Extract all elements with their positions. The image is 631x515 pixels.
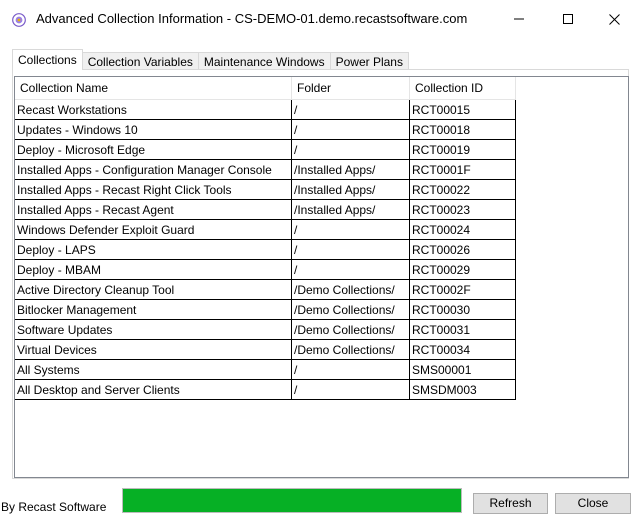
table-row[interactable]: Software Updates /Demo Collections/ RCT0… — [15, 319, 516, 340]
cell-collection-name: Deploy - LAPS — [15, 239, 292, 260]
table-row[interactable]: Windows Defender Exploit Guard / RCT0002… — [15, 219, 516, 240]
cell-collection-name: Virtual Devices — [15, 339, 292, 360]
table-row[interactable]: Installed Apps - Recast Agent /Installed… — [15, 199, 516, 220]
cell-folder: /Installed Apps/ — [291, 159, 410, 180]
cell-folder: / — [291, 219, 410, 240]
cell-collection-id: RCT00015 — [409, 99, 516, 120]
cell-folder: / — [291, 379, 410, 400]
close-icon — [608, 13, 620, 25]
footer-label: By Recast Software — [1, 500, 107, 514]
cell-collection-id: RCT0002F — [409, 279, 516, 300]
table-row[interactable]: Deploy - MBAM / RCT00029 — [15, 259, 516, 280]
cell-collection-name: Active Directory Cleanup Tool — [15, 279, 292, 300]
cell-collection-name: Installed Apps - Configuration Manager C… — [15, 159, 292, 180]
cell-collection-id: RCT00029 — [409, 259, 516, 280]
cell-folder: /Installed Apps/ — [291, 199, 410, 220]
table-row[interactable]: Bitlocker Management /Demo Collections/ … — [15, 299, 516, 320]
cell-folder: / — [291, 119, 410, 140]
cell-collection-id: RCT00030 — [409, 299, 516, 320]
cell-collection-id: RCT00018 — [409, 119, 516, 140]
tab-maintenance-windows[interactable]: Maintenance Windows — [197, 52, 331, 70]
column-header-folder[interactable]: Folder — [291, 77, 410, 100]
table-row[interactable]: Active Directory Cleanup Tool /Demo Coll… — [15, 279, 516, 300]
table-row[interactable]: All Desktop and Server Clients / SMSDM00… — [15, 379, 516, 400]
maximize-button[interactable] — [545, 0, 591, 38]
cell-collection-name: All Desktop and Server Clients — [15, 379, 292, 400]
column-header-collection-name[interactable]: Collection Name — [15, 77, 292, 100]
header-row: Collection Name Folder Collection ID — [15, 77, 516, 100]
cell-collection-name: Bitlocker Management — [15, 299, 292, 320]
cell-collection-id: RCT00031 — [409, 319, 516, 340]
table-row[interactable]: Deploy - Microsoft Edge / RCT00019 — [15, 139, 516, 160]
cell-folder: /Demo Collections/ — [291, 339, 410, 360]
tab-collection-variables[interactable]: Collection Variables — [81, 52, 199, 70]
cell-collection-id: RCT00024 — [409, 219, 516, 240]
table-row[interactable]: Installed Apps - Configuration Manager C… — [15, 159, 516, 180]
cell-folder: /Demo Collections/ — [291, 279, 410, 300]
cell-collection-id: RCT00034 — [409, 339, 516, 360]
cell-collection-name: Installed Apps - Recast Agent — [15, 199, 292, 220]
cell-collection-id: RCT00019 — [409, 139, 516, 160]
window-title: Advanced Collection Information - CS-DEM… — [36, 11, 468, 26]
tab-power-plans[interactable]: Power Plans — [329, 52, 409, 70]
cell-folder: /Demo Collections/ — [291, 319, 410, 340]
cell-collection-id: SMSDM003 — [409, 379, 516, 400]
cell-collection-name: Updates - Windows 10 — [15, 119, 292, 140]
table-row[interactable]: Deploy - LAPS / RCT00026 — [15, 239, 516, 260]
cell-collection-id: RCT0001F — [409, 159, 516, 180]
cell-collection-name: Recast Workstations — [15, 99, 292, 120]
cell-collection-name: Software Updates — [15, 319, 292, 340]
tab-strip: Collections Collection Variables Mainten… — [12, 49, 409, 70]
refresh-button[interactable]: Refresh — [473, 493, 548, 514]
cell-collection-id: SMS00001 — [409, 359, 516, 380]
recast-logo-icon — [12, 13, 26, 27]
cell-folder: / — [291, 99, 410, 120]
minimize-button[interactable] — [496, 0, 542, 38]
collections-grid[interactable]: Collection Name Folder Collection ID Rec… — [14, 76, 629, 478]
cell-folder: /Demo Collections/ — [291, 299, 410, 320]
cell-collection-name: Deploy - MBAM — [15, 259, 292, 280]
cell-collection-id: RCT00022 — [409, 179, 516, 200]
cell-collection-id: RCT00026 — [409, 239, 516, 260]
table-row[interactable]: Recast Workstations / RCT00015 — [15, 99, 516, 120]
cell-folder: /Installed Apps/ — [291, 179, 410, 200]
cell-folder: / — [291, 259, 410, 280]
cell-folder: / — [291, 239, 410, 260]
cell-collection-name: Windows Defender Exploit Guard — [15, 219, 292, 240]
table-row[interactable]: Updates - Windows 10 / RCT00018 — [15, 119, 516, 140]
column-header-collection-id[interactable]: Collection ID — [409, 77, 516, 100]
window-close-button[interactable] — [591, 0, 631, 38]
progress-bar-fill — [123, 489, 461, 512]
tab-collections[interactable]: Collections — [12, 49, 83, 70]
close-button[interactable]: Close — [555, 493, 631, 514]
progress-bar — [122, 488, 462, 513]
cell-folder: / — [291, 359, 410, 380]
cell-collection-id: RCT00023 — [409, 199, 516, 220]
cell-collection-name: Installed Apps - Recast Right Click Tool… — [15, 179, 292, 200]
maximize-icon — [563, 14, 573, 24]
collections-table: Collection Name Folder Collection ID Rec… — [15, 77, 516, 400]
table-row[interactable]: Installed Apps - Recast Right Click Tool… — [15, 179, 516, 200]
cell-collection-name: All Systems — [15, 359, 292, 380]
table-row[interactable]: Virtual Devices /Demo Collections/ RCT00… — [15, 339, 516, 360]
cell-collection-name: Deploy - Microsoft Edge — [15, 139, 292, 160]
title-bar: Advanced Collection Information - CS-DEM… — [0, 0, 631, 38]
table-row[interactable]: All Systems / SMS00001 — [15, 359, 516, 380]
cell-folder: / — [291, 139, 410, 160]
minimize-icon — [514, 14, 524, 24]
